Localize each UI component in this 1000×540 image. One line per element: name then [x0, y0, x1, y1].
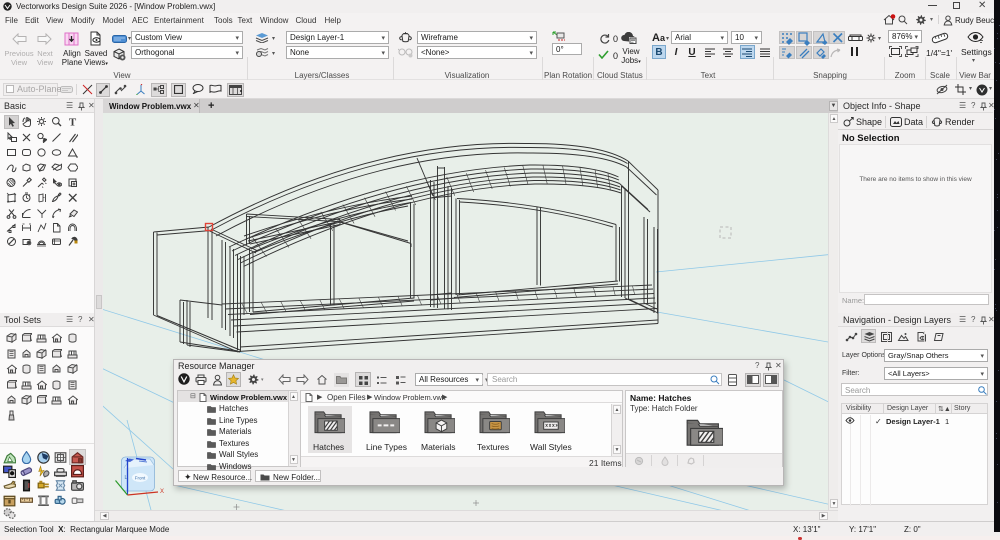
svg-text:T: T: [68, 116, 76, 127]
svg-text:Front: Front: [135, 476, 146, 481]
svg-text:X: X: [160, 489, 164, 495]
